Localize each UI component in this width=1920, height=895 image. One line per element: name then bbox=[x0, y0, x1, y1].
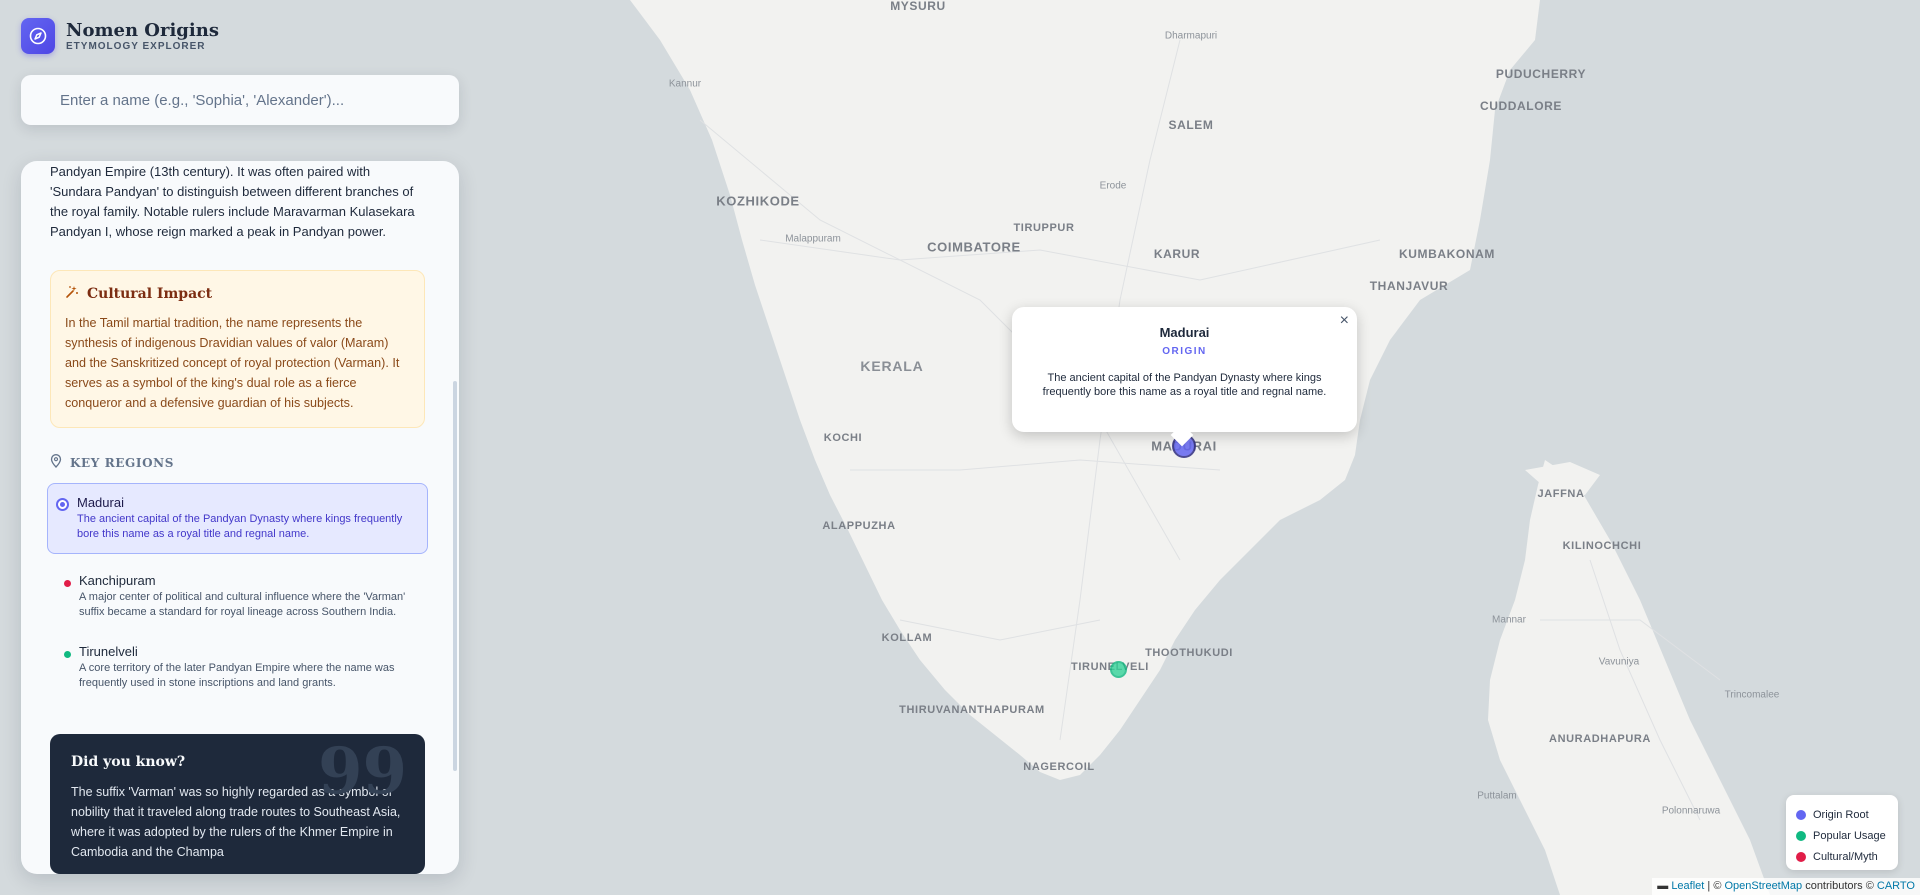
popup-title: Madurai bbox=[1159, 325, 1210, 340]
marker-tirunelveli[interactable] bbox=[1110, 661, 1127, 678]
map-popup: × Madurai ORIGIN The ancient capital of … bbox=[1012, 307, 1357, 447]
search-bar bbox=[21, 75, 459, 125]
attribution-sep: contributors © bbox=[1802, 880, 1877, 892]
cultural-impact-text: In the Tamil martial tradition, the name… bbox=[65, 316, 400, 410]
region-desc: The ancient capital of the Pandyan Dynas… bbox=[77, 513, 403, 540]
legend-dot-icon bbox=[1796, 809, 1806, 820]
map-attribution: ▬ Leaflet | © OpenStreetMap contributors… bbox=[1652, 878, 1920, 895]
legend-dot-icon bbox=[1796, 830, 1806, 841]
legend-item-origin-root: Origin Root bbox=[1796, 804, 1888, 825]
map-label-polonnaruwa: Polonnaruwa bbox=[1661, 805, 1721, 817]
legend-label: Cultural/Myth bbox=[1813, 850, 1878, 863]
panel-scroll-area[interactable]: Pandyan Empire (13th century). It was of… bbox=[21, 161, 459, 874]
map-label-kerala: KERALA bbox=[860, 358, 924, 374]
map-label-karur: KARUR bbox=[1153, 247, 1201, 261]
map-label-puducherry: PUDUCHERRY bbox=[1495, 67, 1587, 81]
map-label-kollam: KOLLAM bbox=[881, 632, 933, 644]
legend-label: Popular Usage bbox=[1813, 829, 1886, 842]
popup-tag: ORIGIN bbox=[1162, 346, 1207, 357]
map-label-anuradhapura: ANURADHAPURA bbox=[1549, 733, 1651, 745]
map-label-thoothukudi: THOOTHUKUDI bbox=[1145, 647, 1233, 659]
map-label-kochi: KOCHI bbox=[823, 432, 863, 444]
legend-item-cultural-myth: Cultural/Myth bbox=[1796, 846, 1888, 867]
map-label-mysuru: MYSURU bbox=[890, 0, 946, 13]
map-label-kozhikode: KOZHIKODE bbox=[716, 193, 800, 209]
carto-link[interactable]: CARTO bbox=[1877, 880, 1915, 892]
did-you-know-card: 99 Did you know? The suffix 'Varman' was… bbox=[50, 734, 425, 874]
map-label-puttalam: Puttalam bbox=[1477, 790, 1517, 802]
legend-label: Origin Root bbox=[1813, 808, 1869, 821]
region-item-madurai[interactable]: Madurai The ancient capital of the Pandy… bbox=[47, 483, 428, 554]
region-item-tirunelveli[interactable]: Tirunelveli A core territory of the late… bbox=[47, 633, 428, 702]
map-label-thanjavur: THANJAVUR bbox=[1369, 279, 1449, 293]
popup-close-button[interactable]: × bbox=[1340, 312, 1349, 330]
region-dot-icon bbox=[64, 651, 71, 658]
map-legend: Origin Root Popular Usage Cultural/Myth bbox=[1786, 795, 1898, 870]
osm-link[interactable]: OpenStreetMap bbox=[1724, 880, 1802, 892]
region-name: Madurai bbox=[77, 495, 124, 510]
map-label-tiruppur: TIRUPPUR bbox=[1013, 222, 1075, 234]
map-label-nagercoil: NAGERCOIL bbox=[1023, 761, 1095, 773]
app-subtitle: ETYMOLOGY EXPLORER bbox=[66, 40, 206, 52]
map-label-mannar: Mannar bbox=[1492, 614, 1526, 626]
map-label-alappuzha: ALAPPUZHA bbox=[822, 520, 896, 532]
attribution-sep: | © bbox=[1704, 880, 1725, 892]
leaflet-link[interactable]: Leaflet bbox=[1671, 880, 1704, 892]
region-radio-icon bbox=[56, 498, 69, 511]
map-label-dharmapuri: Dharmapuri bbox=[1164, 30, 1218, 42]
map-label-kilinochchi: KILINOCHCHI bbox=[1562, 540, 1642, 552]
region-name: Kanchipuram bbox=[79, 573, 156, 588]
leaflet-flag-icon: ▬ bbox=[1657, 880, 1669, 892]
map-label-salem: SALEM bbox=[1168, 118, 1214, 132]
compass-icon bbox=[21, 18, 55, 54]
legend-item-popular-usage: Popular Usage bbox=[1796, 825, 1888, 846]
search-input[interactable] bbox=[60, 91, 430, 109]
map-pin-icon bbox=[50, 454, 62, 471]
map-label-cuddalore: CUDDALORE bbox=[1479, 99, 1563, 113]
legend-dot-icon bbox=[1796, 851, 1806, 862]
map-label-coimbatore: COIMBATORE bbox=[927, 239, 1021, 255]
quote-icon: 99 bbox=[317, 734, 407, 809]
panel-scrollbar[interactable] bbox=[453, 381, 457, 771]
map-label-erode: Erode bbox=[1099, 180, 1127, 192]
map-label-trincomalee: Trincomalee bbox=[1724, 689, 1780, 701]
region-dot-icon bbox=[64, 580, 71, 587]
region-name: Tirunelveli bbox=[79, 644, 138, 659]
sparkles-icon bbox=[65, 285, 79, 303]
cultural-impact-heading: Cultural Impact bbox=[65, 285, 410, 303]
map-label-thiruvananthapuram: THIRUVANANTHAPURAM bbox=[899, 704, 1045, 716]
popup-text: The ancient capital of the Pandyan Dynas… bbox=[1042, 372, 1327, 398]
key-regions-heading: KEY REGIONS bbox=[50, 454, 430, 471]
region-desc: A major center of political and cultural… bbox=[79, 591, 406, 618]
brand: Nomen Origins ETYMOLOGY EXPLORER bbox=[21, 18, 219, 54]
cultural-impact-title: Cultural Impact bbox=[87, 286, 213, 302]
map-label-vavuniya: Vavuniya bbox=[1598, 656, 1640, 668]
history-text: Pandyan Empire (13th century). It was of… bbox=[50, 164, 415, 239]
map-label-kumbakonam: KUMBAKONAM bbox=[1399, 247, 1495, 261]
region-desc: A core territory of the later Pandyan Em… bbox=[79, 662, 395, 689]
details-panel[interactable]: Pandyan Empire (13th century). It was of… bbox=[21, 161, 459, 874]
map-label-malappuram: Malappuram bbox=[785, 233, 841, 245]
map-label-kannur: Kannur bbox=[668, 78, 702, 90]
cultural-impact-card: Cultural Impact In the Tamil martial tra… bbox=[50, 270, 425, 428]
map-label-jaffna: JAFFNA bbox=[1537, 488, 1585, 500]
app-title: Nomen Origins bbox=[66, 19, 219, 41]
key-regions-title: KEY REGIONS bbox=[70, 455, 174, 470]
region-item-kanchipuram[interactable]: Kanchipuram A major center of political … bbox=[47, 562, 428, 631]
